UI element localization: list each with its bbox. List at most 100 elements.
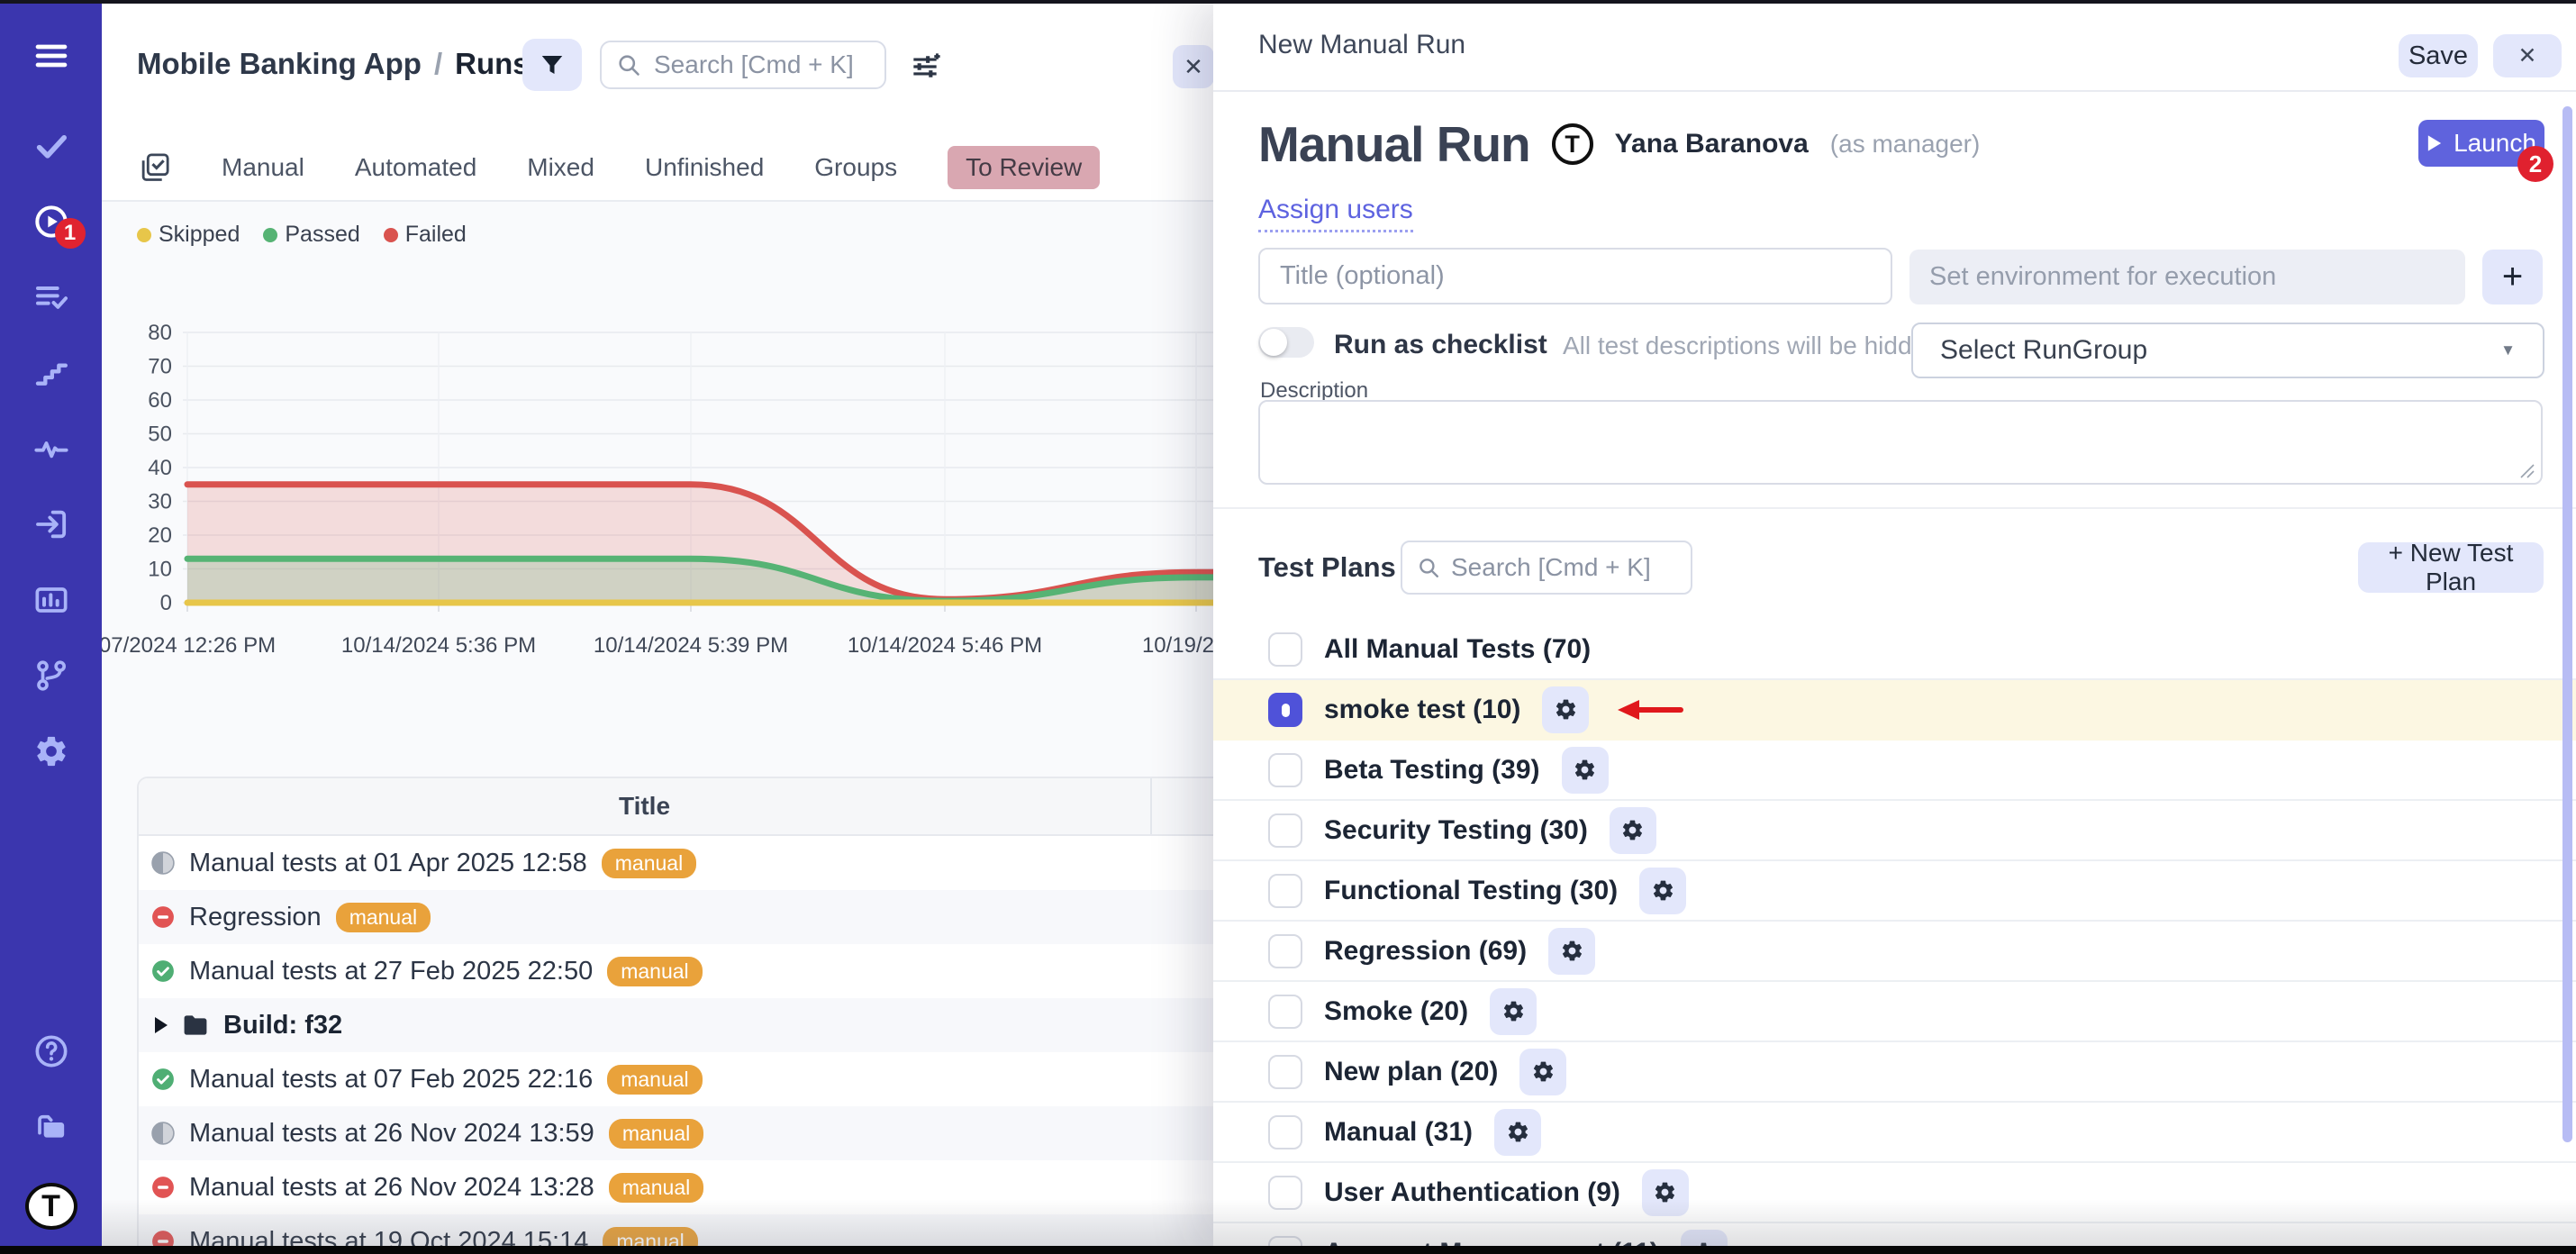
sidebar-item-projects[interactable] <box>32 1107 71 1147</box>
sidebar-item-menu[interactable] <box>32 36 71 76</box>
new-manual-run-drawer: New Manual Run Save ✕ Manual Run T Yana … <box>1213 0 2576 1246</box>
test-plan-checkbox[interactable] <box>1268 995 1302 1029</box>
sidebar-item-import[interactable] <box>32 504 71 544</box>
test-plan-checkbox[interactable] <box>1268 1115 1302 1150</box>
test-plans-search-input[interactable] <box>1449 552 1676 583</box>
test-plan-row[interactable]: Account Management (11) <box>1213 1223 2576 1246</box>
test-plan-checkbox[interactable] <box>1268 693 1302 727</box>
test-plan-row[interactable]: smoke test (10) <box>1213 680 2576 741</box>
close-drawer-button[interactable]: ✕ <box>2493 34 2562 77</box>
manager-avatar[interactable]: T <box>1552 123 1593 165</box>
run-row[interactable]: Regressionmanual <box>139 890 1213 944</box>
test-plan-settings-button[interactable] <box>1542 686 1589 733</box>
test-plan-settings-button[interactable] <box>1610 807 1656 854</box>
column-divider[interactable] <box>1150 778 1152 834</box>
view-settings-button[interactable] <box>906 49 944 86</box>
test-plan-row[interactable]: New plan (20) <box>1213 1042 2576 1103</box>
sidebar-item-test-plans[interactable] <box>32 277 71 317</box>
runs-search-input[interactable] <box>652 50 870 80</box>
app-logo[interactable]: T <box>25 1183 77 1230</box>
sidebar-item-tests[interactable] <box>32 126 71 166</box>
test-plan-settings-button[interactable] <box>1548 928 1595 975</box>
test-plan-row[interactable]: Beta Testing (39) <box>1213 741 2576 801</box>
failed-icon <box>151 1176 175 1199</box>
svg-text:10: 10 <box>148 558 172 582</box>
test-plan-row[interactable]: Regression (69) <box>1213 922 2576 982</box>
window-bottom-edge <box>0 1246 2576 1254</box>
sidebar-item-pulse[interactable] <box>32 429 71 468</box>
rungroup-select[interactable]: Select RunGroup ▼ <box>1911 323 2544 378</box>
expand-caret-icon[interactable] <box>155 1017 168 1033</box>
sidebar-item-settings[interactable] <box>32 732 71 771</box>
test-plans-search <box>1401 541 1692 595</box>
sidebar-item-milestones[interactable] <box>32 353 71 393</box>
sidebar-item-runs[interactable]: 1 <box>32 202 71 241</box>
save-button[interactable]: Save <box>2399 34 2478 77</box>
run-group-row[interactable]: Build: f32 <box>139 998 1213 1052</box>
assign-users-link[interactable]: Assign users <box>1258 195 1413 232</box>
tab-to-review[interactable]: To Review <box>948 146 1100 189</box>
new-test-plan-button[interactable]: + New Test Plan <box>2358 542 2544 593</box>
tab-automated[interactable]: Automated <box>355 153 476 182</box>
run-row[interactable]: Manual tests at 07 Feb 2025 22:16manual <box>139 1052 1213 1106</box>
legend-item-skipped[interactable]: Skipped <box>137 222 240 248</box>
add-environment-button[interactable]: + <box>2482 250 2543 304</box>
run-as-checklist-toggle[interactable] <box>1258 327 1314 358</box>
run-row[interactable]: Manual tests at 26 Nov 2024 13:28manual <box>139 1160 1213 1214</box>
test-plan-settings-button[interactable] <box>1681 1230 1728 1247</box>
tab-unfinished[interactable]: Unfinished <box>645 153 764 182</box>
tab-mixed[interactable]: Mixed <box>527 153 594 182</box>
test-plan-settings-button[interactable] <box>1494 1109 1541 1156</box>
column-header-title[interactable]: Title <box>139 792 1150 821</box>
test-plan-row[interactable]: User Authentication (9) <box>1213 1163 2576 1223</box>
test-plan-row[interactable]: Functional Testing (30) <box>1213 861 2576 922</box>
run-row[interactable]: Manual tests at 27 Feb 2025 22:50manual <box>139 944 1213 998</box>
run-row[interactable]: Manual tests at 01 Apr 2025 12:58manual <box>139 836 1213 890</box>
run-title-text: Build: f32 <box>223 1011 342 1040</box>
gear-icon <box>1506 1120 1530 1144</box>
failed-icon <box>151 905 175 929</box>
test-plan-settings-button[interactable] <box>1642 1169 1689 1216</box>
test-plan-checkbox[interactable] <box>1268 874 1302 908</box>
test-plan-row[interactable]: Smoke (20) <box>1213 982 2576 1042</box>
test-plan-settings-button[interactable] <box>1519 1049 1566 1095</box>
test-plan-checkbox[interactable] <box>1268 632 1302 667</box>
svg-text:0: 0 <box>160 591 172 615</box>
run-type-badge: manual <box>609 1173 703 1203</box>
test-plan-checkbox[interactable] <box>1268 1176 1302 1210</box>
legend-item-failed[interactable]: Failed <box>384 222 467 248</box>
test-plan-row[interactable]: Manual (31) <box>1213 1103 2576 1163</box>
description-textarea[interactable] <box>1258 400 2543 485</box>
test-plan-settings-button[interactable] <box>1490 988 1537 1035</box>
run-row[interactable]: Manual tests at 26 Nov 2024 13:59manual <box>139 1106 1213 1160</box>
test-plan-checkbox[interactable] <box>1268 753 1302 787</box>
test-plan-checkbox[interactable] <box>1268 1236 1302 1247</box>
legend-dot <box>263 228 277 242</box>
sidebar-item-branches[interactable] <box>32 656 71 695</box>
tab-manual[interactable]: Manual <box>222 153 304 182</box>
sidebar-item-analytics[interactable] <box>32 580 71 620</box>
legend-item-passed[interactable]: Passed <box>263 222 359 248</box>
scrollbar-thumb[interactable] <box>2562 106 2572 1142</box>
run-title-text: Manual tests at 26 Nov 2024 13:59 <box>189 1119 594 1149</box>
tab-groups[interactable]: Groups <box>814 153 897 182</box>
test-plan-settings-button[interactable] <box>1562 747 1609 794</box>
run-title-input[interactable] <box>1258 248 1892 304</box>
test-plan-checkbox[interactable] <box>1268 813 1302 848</box>
filter-button[interactable] <box>522 39 582 91</box>
test-plan-label: Account Management (11) <box>1324 1238 1659 1247</box>
close-runs-panel-button[interactable]: ✕ <box>1173 45 1213 88</box>
breadcrumb-page[interactable]: Runs <box>455 47 530 81</box>
test-plan-settings-button[interactable] <box>1639 868 1686 914</box>
test-plan-checkbox[interactable] <box>1268 934 1302 968</box>
sidebar-item-help[interactable] <box>32 1031 71 1071</box>
test-plan-row[interactable]: Security Testing (30) <box>1213 801 2576 861</box>
test-plan-row[interactable]: All Manual Tests (70) <box>1213 620 2576 680</box>
runs-panel-header: Mobile Banking App / Runs ✕ <box>102 0 1213 135</box>
run-row[interactable]: Manual tests at 19 Oct 2024 15:14manual <box>139 1214 1213 1246</box>
select-all-icon[interactable] <box>139 151 171 184</box>
run-type-badge: manual <box>336 903 431 932</box>
test-plan-checkbox[interactable] <box>1268 1055 1302 1089</box>
breadcrumb-project[interactable]: Mobile Banking App <box>137 47 422 81</box>
environment-input[interactable] <box>1909 250 2465 304</box>
